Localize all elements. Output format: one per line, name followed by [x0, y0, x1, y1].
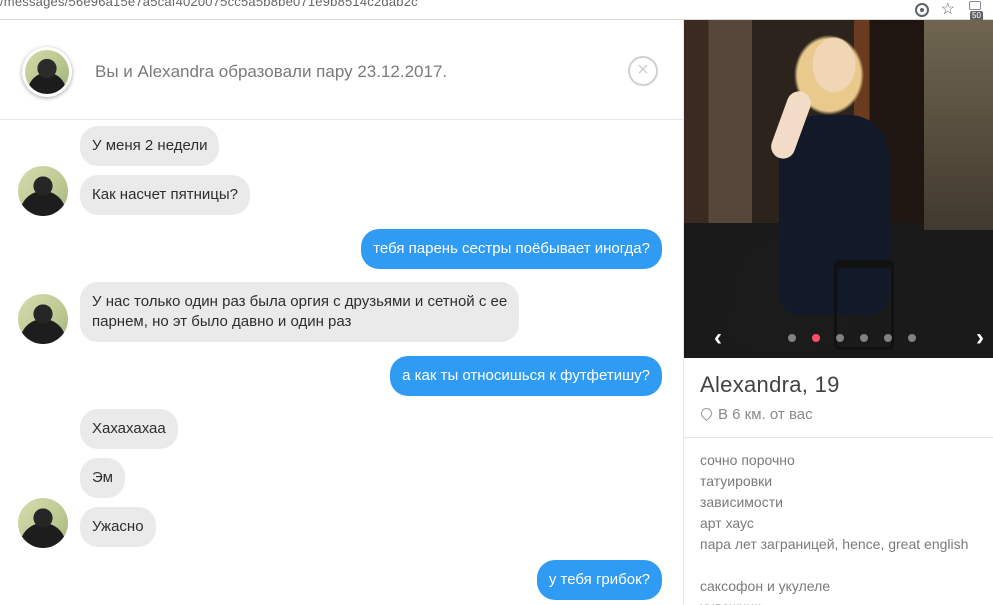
sender-avatar[interactable] — [18, 498, 68, 548]
chevron-left-icon[interactable]: ‹ — [714, 326, 722, 350]
photo-window — [924, 20, 993, 230]
address-bar[interactable]: /messages/56e96a15e7a5caf4020075cc5a5b8b… — [0, 0, 993, 21]
extension-icon[interactable]: 50 — [967, 1, 985, 21]
bio-line: зависимости — [700, 494, 783, 510]
bookmark-star-icon[interactable]: ☆ — [941, 2, 955, 18]
profile-distance: В 6 км. от вас — [701, 406, 813, 423]
message-outgoing: у тебя грибок? — [536, 560, 662, 600]
photo-dot[interactable] — [860, 334, 868, 342]
location-pin-icon — [701, 408, 712, 421]
sender-avatar[interactable] — [18, 166, 68, 216]
distance-text: В 6 км. от вас — [718, 406, 813, 423]
bio-line: пара лет заграницей, hence, great englis… — [700, 536, 969, 552]
divider — [684, 437, 993, 438]
bio-line — [700, 555, 993, 576]
chevron-right-icon[interactable]: › — [976, 326, 984, 350]
chat-header: Вы и Alexandra образовали пару 23.12.201… — [0, 20, 684, 120]
message-incoming-multiline: У нас только один раз была оргия с друзь… — [80, 282, 520, 342]
photo-dot[interactable] — [788, 334, 796, 342]
message-incoming: Эм — [80, 458, 125, 498]
bio-line: татуировки — [700, 473, 773, 489]
bio-line: сочно порочно — [700, 452, 795, 468]
profile-panel: ‹ › Alexandra, 19 В 6 км. от вас сочно п… — [684, 20, 993, 605]
bio-line: саксофон и укулеле — [700, 578, 831, 594]
message-incoming: Ужасно — [80, 507, 156, 547]
message-line: парнем, но эт было давно и один раз — [92, 313, 352, 330]
bio-line: художник — [700, 597, 993, 605]
location-icon[interactable] — [914, 3, 929, 17]
chat-panel: Вы и Alexandra образовали пару 23.12.201… — [0, 20, 684, 605]
message-line: У нас только один раз была оргия с друзь… — [92, 293, 508, 310]
profile-name-age: Alexandra, 19 — [700, 372, 840, 397]
url-text[interactable]: /messages/56e96a15e7a5caf4020075cc5a5b8b… — [0, 0, 418, 9]
match-avatar[interactable] — [22, 47, 72, 97]
close-icon[interactable]: × — [628, 56, 658, 86]
address-bar-icons: ☆ 50 — [914, 0, 985, 21]
avatar-photo — [25, 50, 69, 94]
message-outgoing: а как ты относишься к футфетишу? — [390, 356, 662, 396]
extension-box — [969, 1, 981, 10]
message-incoming: У меня 2 недели — [80, 126, 220, 166]
photo-dot[interactable] — [884, 334, 892, 342]
message-outgoing: тебя парень сестры поёбывает иногда? — [361, 229, 662, 269]
message-incoming: Хахахахаа — [80, 409, 178, 449]
sender-avatar[interactable] — [18, 294, 68, 344]
message-incoming: Как насчет пятницы? — [80, 175, 250, 215]
profile-photo[interactable]: ‹ › — [684, 20, 993, 358]
photo-dot-active[interactable] — [812, 334, 820, 342]
photo-dot[interactable] — [908, 334, 916, 342]
profile-bio: сочно порочно татуировки зависимости арт… — [700, 450, 993, 605]
photo-indicator — [788, 334, 916, 342]
match-text: Вы и Alexandra образовали пару 23.12.201… — [95, 62, 448, 81]
photo-dot[interactable] — [836, 334, 844, 342]
bio-line: арт хаус — [700, 515, 754, 531]
